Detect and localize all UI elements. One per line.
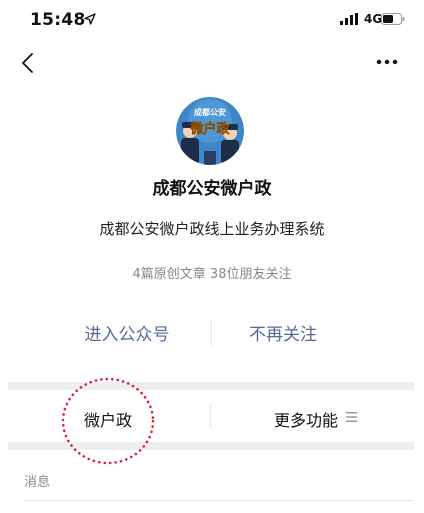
action-row: 进入公众号 不再关注 bbox=[0, 312, 424, 352]
account-stats: 4篇原创文章 38位朋友关注 bbox=[132, 267, 292, 282]
avatar-text-main: 微户政 bbox=[189, 121, 230, 137]
section-separator bbox=[8, 442, 414, 450]
menu-item-more-functions[interactable]: 更多功能 bbox=[274, 407, 338, 431]
menu-divider bbox=[210, 404, 211, 428]
location-arrow-icon bbox=[84, 13, 96, 25]
action-divider bbox=[211, 320, 212, 346]
ellipsis-icon[interactable] bbox=[376, 58, 398, 66]
status-bar: 15:48 4G bbox=[0, 0, 424, 40]
network-type: 4G bbox=[364, 12, 383, 26]
signal-bars-icon bbox=[340, 13, 358, 25]
messages-divider bbox=[24, 500, 414, 501]
account-menu-bar: 微户政 更多功能 bbox=[0, 390, 424, 442]
unfollow-button[interactable]: 不再关注 bbox=[216, 320, 350, 345]
menu-lines-icon[interactable] bbox=[346, 411, 357, 423]
enter-account-button[interactable]: 进入公众号 bbox=[60, 320, 194, 345]
account-name: 成都公安微户政 bbox=[152, 179, 272, 199]
status-time: 15:48 bbox=[30, 10, 86, 30]
messages-section-label: 消息 bbox=[24, 475, 51, 490]
menu-item-weihuzheng[interactable]: 微户政 bbox=[84, 407, 132, 431]
battery-icon bbox=[381, 13, 405, 25]
chevron-left-icon[interactable] bbox=[20, 52, 36, 74]
account-avatar: 成都公安 微户政 bbox=[176, 97, 244, 165]
wechat-official-account-profile: 15:48 4G 成都公安 微户政 成都公安微户政 成都公安微户政线上业务办理系… bbox=[0, 0, 424, 513]
account-description: 成都公安微户政线上业务办理系统 bbox=[99, 220, 325, 238]
avatar-text-top: 成都公安 bbox=[194, 107, 226, 117]
section-separator bbox=[8, 382, 414, 390]
